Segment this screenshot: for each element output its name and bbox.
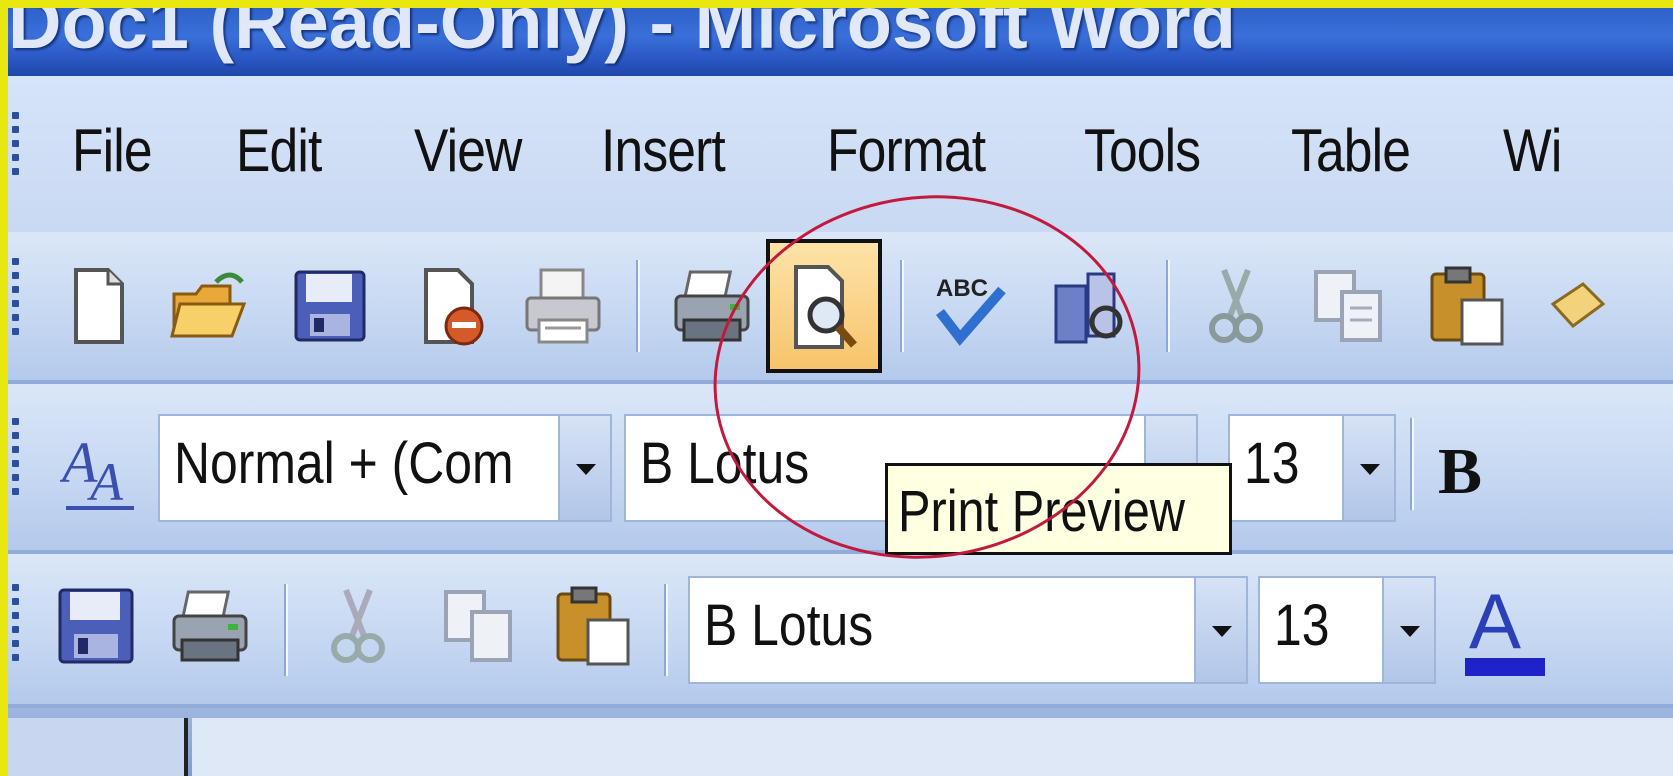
- chevron-down-icon[interactable]: [1382, 578, 1434, 682]
- menu-insert[interactable]: Insert: [601, 116, 726, 185]
- font-color-button[interactable]: A: [1463, 576, 1553, 686]
- paste-icon[interactable]: [1426, 264, 1510, 348]
- toolbar-separator: [900, 260, 904, 352]
- font-color-label: A: [1469, 577, 1522, 665]
- font-select[interactable]: B Lotus: [688, 576, 1248, 684]
- secondary-toolbar: B Lotus 13 A: [8, 554, 1673, 708]
- toolbar-separator: [636, 260, 640, 352]
- new-document-icon[interactable]: [56, 264, 140, 348]
- copy-icon[interactable]: [1308, 264, 1392, 348]
- toolbar-separator: [1410, 418, 1414, 510]
- bold-button[interactable]: B: [1438, 434, 1482, 510]
- print-icon[interactable]: [670, 264, 754, 348]
- save-icon[interactable]: [288, 264, 372, 348]
- toolbar-separator: [1166, 260, 1170, 352]
- research-icon[interactable]: [1048, 264, 1132, 348]
- menu-bar: File Edit View Insert Format Tools Table…: [8, 76, 1673, 232]
- style-select[interactable]: Normal + (Com: [158, 414, 612, 522]
- format-painter-icon[interactable]: [1543, 264, 1627, 348]
- spelling-icon[interactable]: ABC: [926, 264, 1010, 348]
- print-preview-button[interactable]: [766, 239, 882, 373]
- font-color-swatch: [1465, 658, 1545, 676]
- menu-view[interactable]: View: [414, 116, 522, 185]
- document-area[interactable]: [192, 718, 1673, 776]
- title-bar: Doc1 (Read-Only) - Microsoft Word: [8, 8, 1673, 76]
- menu-format[interactable]: Format: [827, 116, 986, 185]
- svg-text:ABC: ABC: [936, 275, 988, 302]
- formatting-toolbar: A A Normal + (Com B Lotus 13 B: [8, 384, 1673, 554]
- secondary-toolbar-grip[interactable]: [12, 584, 22, 668]
- permission-icon[interactable]: [412, 264, 496, 348]
- chevron-down-icon[interactable]: [1194, 578, 1246, 682]
- menu-file[interactable]: File: [72, 116, 153, 185]
- chevron-down-icon[interactable]: [1342, 416, 1394, 520]
- menu-table[interactable]: Table: [1291, 116, 1411, 185]
- tooltip: Print Preview: [885, 463, 1232, 555]
- menu-bar-grip[interactable]: [12, 112, 22, 182]
- formatting-toolbar-grip[interactable]: [12, 418, 22, 502]
- font-size-select[interactable]: 13: [1258, 576, 1436, 684]
- standard-toolbar-grip[interactable]: [12, 258, 22, 342]
- svg-text:A: A: [87, 452, 124, 512]
- document-area-edge: [8, 708, 1673, 776]
- toolbar-separator: [284, 584, 288, 676]
- tooltip-text: Print Preview: [898, 479, 1185, 544]
- font-size-value: 13: [1244, 431, 1300, 496]
- toolbar-separator: [664, 584, 668, 676]
- window-title: Doc1 (Read-Only) - Microsoft Word: [8, 8, 1236, 64]
- styles-and-formatting-icon[interactable]: A A: [60, 420, 140, 516]
- font-size-select[interactable]: 13: [1228, 414, 1396, 522]
- paste-icon[interactable]: [552, 584, 636, 668]
- save-icon[interactable]: [54, 584, 138, 668]
- word-window: Doc1 (Read-Only) - Microsoft Word File E…: [8, 8, 1673, 776]
- font-size-value: 13: [1274, 593, 1330, 658]
- font-select-value: B Lotus: [640, 431, 810, 496]
- open-folder-icon[interactable]: [166, 264, 250, 348]
- font-select-value: B Lotus: [704, 593, 874, 658]
- print-icon[interactable]: [521, 264, 605, 348]
- print-icon[interactable]: [168, 584, 252, 668]
- copy-icon[interactable]: [438, 584, 522, 668]
- cut-icon[interactable]: [316, 584, 400, 668]
- left-pane: [8, 718, 188, 776]
- menu-tools[interactable]: Tools: [1084, 116, 1201, 185]
- print-preview-icon: [794, 265, 857, 349]
- chevron-down-icon[interactable]: [558, 416, 610, 520]
- standard-toolbar: ABC: [8, 232, 1673, 384]
- cut-icon[interactable]: [1194, 264, 1278, 348]
- menu-edit[interactable]: Edit: [236, 116, 322, 185]
- style-select-value: Normal + (Com: [174, 431, 514, 496]
- menu-window[interactable]: Wi: [1503, 116, 1562, 185]
